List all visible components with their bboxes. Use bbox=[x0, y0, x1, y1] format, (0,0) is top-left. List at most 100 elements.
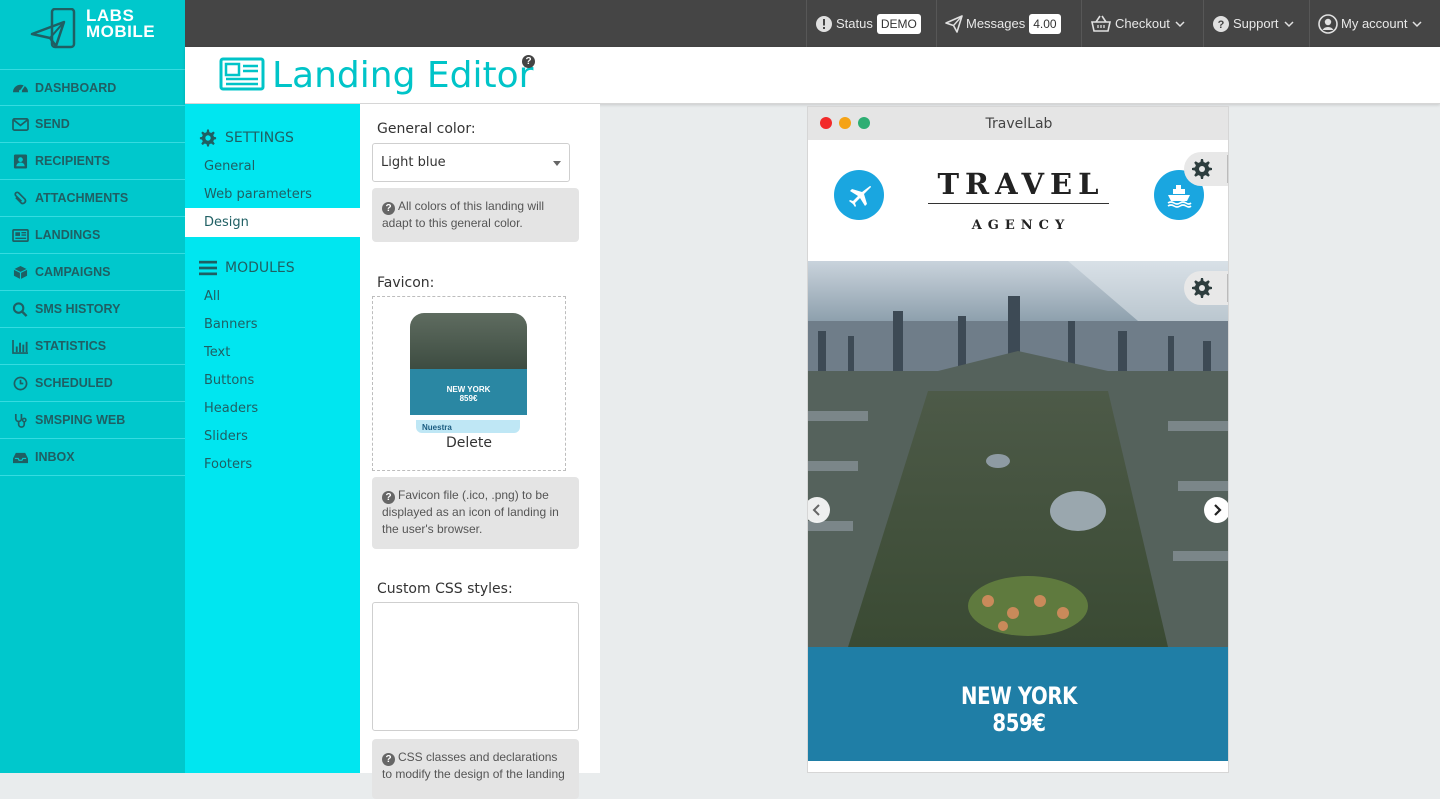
subnav-text[interactable]: Text bbox=[204, 345, 230, 360]
nav-label: ATTACHMENTS bbox=[35, 191, 129, 205]
banner-price: 859€ bbox=[992, 709, 1046, 737]
question-circle-icon: ? bbox=[1213, 15, 1229, 32]
brand-subtitle: AGENCY bbox=[971, 218, 1071, 233]
nav-label: STATISTICS bbox=[35, 339, 107, 353]
nav-item-campaigns[interactable]: CAMPAIGNS bbox=[0, 254, 185, 291]
my-account-menu[interactable]: My account bbox=[1309, 0, 1431, 47]
paper-plane-phone-icon bbox=[30, 8, 76, 49]
checkout-menu[interactable]: Checkout bbox=[1081, 0, 1194, 47]
nav-label: LANDINGS bbox=[35, 228, 101, 242]
favicon-dropzone[interactable]: NEW YORK 859€ Nuestra Delete bbox=[372, 296, 566, 471]
favicon-thumbnail: NEW YORK 859€ bbox=[410, 313, 527, 415]
design-settings-form: General color: Light blue ? All colors of… bbox=[360, 104, 600, 799]
svg-text:?: ? bbox=[1218, 19, 1225, 31]
slider-next-button[interactable] bbox=[1204, 497, 1228, 523]
status-badge: DEMO bbox=[876, 13, 921, 34]
settings-heading: SETTINGS bbox=[199, 129, 294, 147]
landing-header-module[interactable]: TRAVEL AGENCY bbox=[808, 140, 1228, 261]
contact-card-icon bbox=[10, 153, 30, 169]
support-menu[interactable]: ? Support bbox=[1203, 0, 1303, 47]
main-nav: DASHBOARD SEND RECIPIENTS ATTACHMENTS LA… bbox=[0, 69, 185, 476]
general-color-select[interactable]: Light blue bbox=[372, 143, 570, 182]
nav-label: SMS HISTORY bbox=[35, 302, 121, 316]
slider-photo-new-york bbox=[808, 261, 1228, 647]
messages-menu[interactable]: Messages 4.00 bbox=[936, 0, 1069, 47]
main-sidebar: LABS MOBILE DASHBOARD SEND RECIPIENTS AT… bbox=[0, 0, 185, 773]
top-bar: Status DEMO Messages 4.00 Checkout ? Sup… bbox=[185, 0, 1440, 47]
subnav-banners[interactable]: Banners bbox=[204, 317, 257, 332]
favicon-label: Favicon: bbox=[377, 275, 435, 291]
brand-divider bbox=[928, 203, 1109, 204]
status-label: Status bbox=[836, 16, 873, 31]
envelope-icon bbox=[10, 116, 30, 132]
preview-window-title: TravelLab bbox=[985, 116, 1053, 132]
nav-label: SMSPING WEB bbox=[35, 413, 126, 427]
status-menu[interactable]: Status DEMO bbox=[806, 0, 929, 47]
banner-city: NEW YORK bbox=[961, 682, 1077, 710]
messages-badge: 4.00 bbox=[1029, 13, 1061, 34]
nav-label: CAMPAIGNS bbox=[35, 265, 111, 279]
favicon-thumb-text2: 859€ bbox=[459, 394, 478, 403]
subnav-design[interactable]: Design bbox=[204, 215, 249, 230]
question-circle-icon: ? bbox=[382, 491, 395, 504]
nav-item-scheduled[interactable]: SCHEDULED bbox=[0, 365, 185, 402]
page-header: Landing Editor ? bbox=[185, 47, 1440, 104]
slider-settings-button[interactable] bbox=[1184, 271, 1228, 305]
subnav-all[interactable]: All bbox=[204, 289, 220, 304]
alert-circle-icon bbox=[816, 15, 832, 32]
subnav-buttons[interactable]: Buttons bbox=[204, 373, 254, 388]
favicon-delete-button[interactable]: Delete bbox=[373, 435, 565, 451]
landing-preview-window: TravelLab TRAVEL AGENCY NEW YORK 859€ bbox=[807, 106, 1229, 773]
checkout-label: Checkout bbox=[1115, 16, 1170, 31]
general-color-label: General color: bbox=[377, 121, 476, 137]
nav-item-send[interactable]: SEND bbox=[0, 106, 185, 143]
header-settings-button[interactable] bbox=[1184, 152, 1228, 186]
favicon-thumb-text1: NEW YORK bbox=[446, 385, 491, 394]
preview-titlebar: TravelLab bbox=[808, 107, 1228, 140]
subnav-footers[interactable]: Footers bbox=[204, 457, 252, 472]
support-label: Support bbox=[1233, 16, 1279, 31]
settings-heading-label: SETTINGS bbox=[225, 130, 294, 146]
bar-chart-icon bbox=[10, 338, 30, 354]
dashboard-icon bbox=[10, 80, 30, 96]
chevron-right-icon bbox=[1214, 504, 1222, 516]
nav-item-landings[interactable]: LANDINGS bbox=[0, 217, 185, 254]
nav-label: DASHBOARD bbox=[35, 80, 117, 95]
nav-item-smsping-web[interactable]: SMSPING WEB bbox=[0, 402, 185, 439]
newspaper-icon bbox=[219, 57, 265, 91]
nav-item-statistics[interactable]: STATISTICS bbox=[0, 328, 185, 365]
subnav-sliders[interactable]: Sliders bbox=[204, 429, 248, 444]
clock-icon bbox=[10, 375, 30, 391]
paper-plane-icon bbox=[945, 14, 963, 33]
general-color-value: Light blue bbox=[381, 155, 446, 170]
question-circle-icon: ? bbox=[382, 753, 395, 766]
question-circle-icon: ? bbox=[382, 202, 395, 215]
labsmobile-logo[interactable]: LABS MOBILE bbox=[0, 0, 185, 68]
logo-text-line2: MOBILE bbox=[86, 22, 156, 41]
subnav-headers[interactable]: Headers bbox=[204, 401, 258, 416]
gear-icon bbox=[1192, 278, 1212, 298]
nav-item-sms-history[interactable]: SMS HISTORY bbox=[0, 291, 185, 328]
subnav-web-parameters[interactable]: Web parameters bbox=[204, 187, 312, 202]
general-color-help: ? All colors of this landing will adapt t… bbox=[372, 188, 579, 242]
nav-label: SEND bbox=[35, 117, 70, 131]
slider-caption-banner: NEW YORK 859€ bbox=[808, 647, 1228, 761]
nav-label: RECIPIENTS bbox=[35, 154, 111, 168]
account-label: My account bbox=[1341, 16, 1408, 31]
cube-icon bbox=[10, 264, 30, 280]
nav-item-recipients[interactable]: RECIPIENTS bbox=[0, 143, 185, 180]
nav-item-inbox[interactable]: INBOX bbox=[0, 439, 185, 476]
search-icon bbox=[10, 301, 30, 317]
caret-down-icon bbox=[553, 161, 561, 166]
page-title: Landing Editor bbox=[272, 55, 534, 96]
nav-item-attachments[interactable]: ATTACHMENTS bbox=[0, 180, 185, 217]
help-icon[interactable]: ? bbox=[522, 55, 535, 68]
paperclip-icon bbox=[10, 190, 30, 206]
subnav-general[interactable]: General bbox=[204, 159, 255, 174]
custom-css-textarea[interactable] bbox=[372, 602, 579, 731]
general-color-help-text: All colors of this landing will adapt to… bbox=[382, 199, 545, 230]
chevron-left-icon bbox=[812, 504, 820, 516]
custom-css-help-text: CSS classes and declarations to modify t… bbox=[382, 750, 565, 781]
nav-item-dashboard[interactable]: DASHBOARD bbox=[0, 69, 185, 106]
favicon-help: ? Favicon file (.ico, .png) to be display… bbox=[372, 477, 579, 549]
